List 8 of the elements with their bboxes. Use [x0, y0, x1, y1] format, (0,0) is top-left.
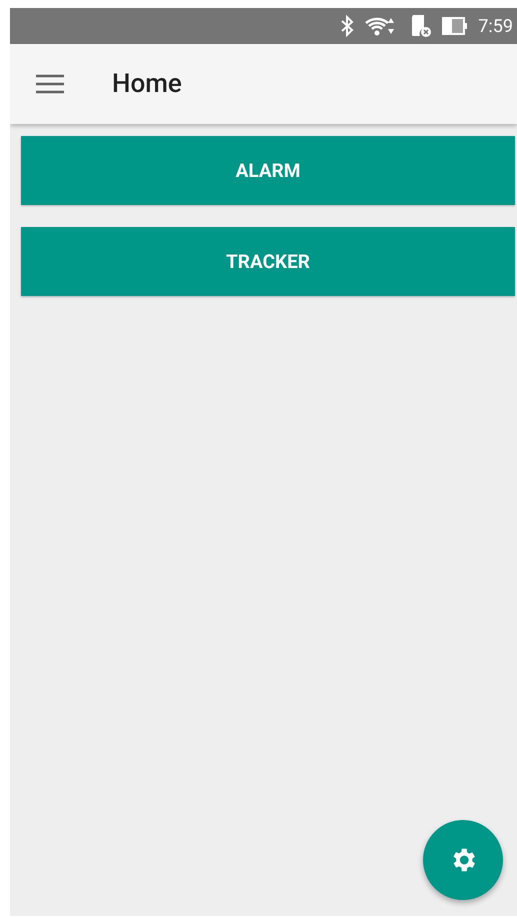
alarm-button[interactable]: ALARM: [21, 136, 515, 205]
tracker-button[interactable]: TRACKER: [21, 227, 515, 296]
settings-button[interactable]: [423, 820, 503, 900]
battery-icon: [442, 17, 468, 35]
menu-icon: [36, 74, 64, 94]
status-time: 7:59: [478, 16, 513, 36]
app-bar-title: Home: [112, 69, 182, 99]
bluetooth-icon: [340, 15, 354, 37]
